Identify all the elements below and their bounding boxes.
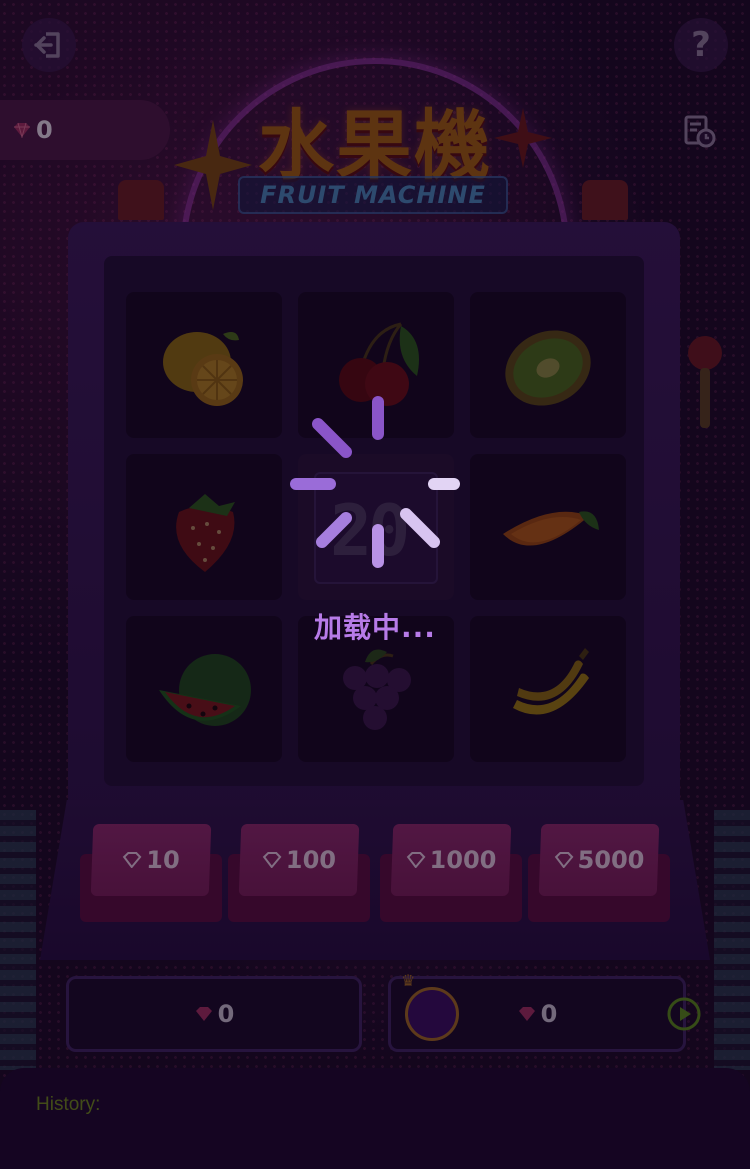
loading-spinner-icon [290, 396, 460, 568]
loading-overlay [0, 0, 750, 1169]
loading-text: 加载中... [314, 611, 436, 644]
